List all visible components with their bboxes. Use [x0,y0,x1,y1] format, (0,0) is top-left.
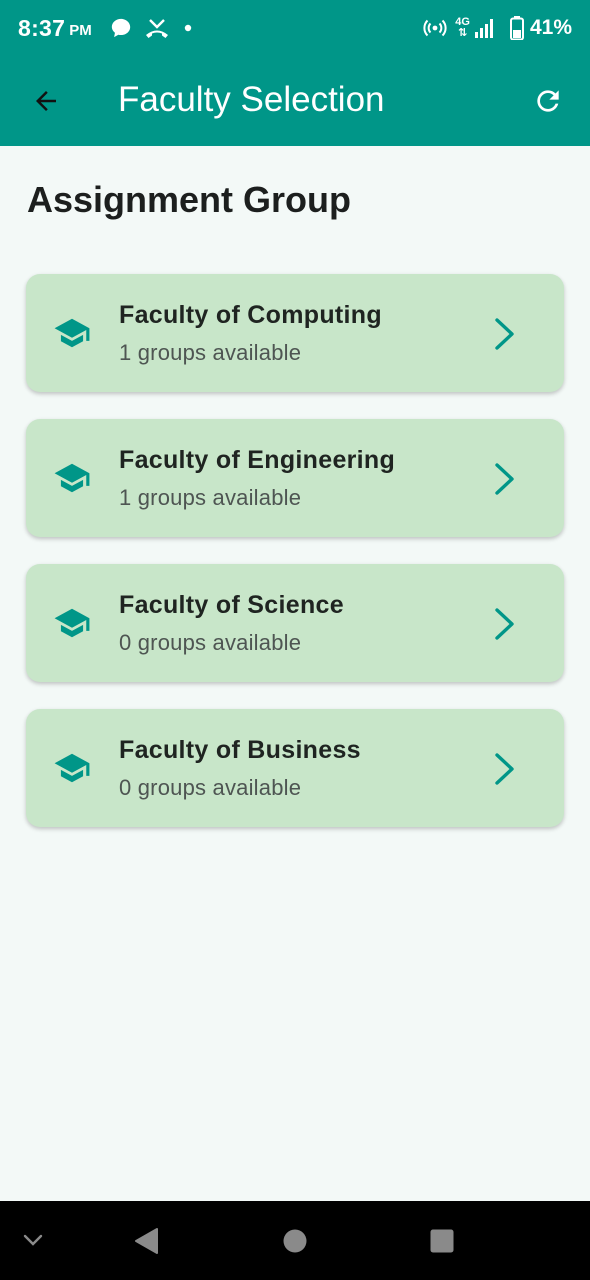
graduation-cap-icon [54,608,90,638]
status-time: 8:37 [18,14,66,41]
notification-dot-icon [184,24,192,32]
page-heading: Assignment Group [27,179,352,220]
back-button[interactable] [22,77,70,125]
battery-percent: 41% [529,16,572,39]
app-bar: Faculty Selection [0,56,590,146]
chevron-down-icon [23,1234,43,1246]
system-nav-bar [0,1201,590,1280]
triangle-back-icon [135,1228,158,1254]
network-type: 4G ⇅ [455,17,470,39]
faculty-card-science[interactable]: Faculty of Science 0 groups available [26,564,564,682]
nav-collapse-button[interactable] [14,1221,52,1259]
graduation-cap-icon [54,318,90,348]
missed-call-icon [144,17,170,39]
faculty-card-engineering[interactable]: Faculty of Engineering 1 groups availabl… [26,419,564,537]
circle-home-icon [283,1229,307,1253]
nav-back-button[interactable] [126,1221,166,1261]
chevron-right-icon [495,318,514,350]
app-screen: 8:37 PM 4G ⇅ 41% Faculty Selection Assig… [0,0,590,1280]
signal-icon [474,17,496,39]
faculty-name: Faculty of Business [119,736,361,764]
refresh-button[interactable] [524,77,572,125]
faculty-name: Faculty of Science [119,591,344,619]
square-recents-icon [430,1229,454,1253]
arrow-back-icon [36,91,56,111]
graduation-cap-icon [54,753,90,783]
chevron-right-icon [495,463,514,495]
battery-icon [509,16,524,40]
status-right: 4G ⇅ 41% [423,16,572,40]
faculty-name: Faculty of Computing [119,301,382,329]
data-arrows-icon: ⇅ [458,27,468,39]
faculty-card-computing[interactable]: Faculty of Computing 1 groups available [26,274,564,392]
nav-home-button[interactable] [275,1221,315,1261]
status-bar: 8:37 PM 4G ⇅ 41% [0,0,590,56]
faculty-list: Faculty of Computing 1 groups available … [26,274,564,854]
status-left: 8:37 PM [18,15,192,42]
faculty-group-count: 1 groups available [119,340,302,365]
faculty-card-business[interactable]: Faculty of Business 0 groups available [26,709,564,827]
faculty-group-count: 0 groups available [119,630,302,655]
faculty-group-count: 0 groups available [119,775,302,800]
graduation-cap-icon [54,463,90,493]
hotspot-icon [423,16,447,40]
chevron-right-icon [495,753,514,785]
app-bar-title: Faculty Selection [118,80,385,119]
status-ampm: PM [69,21,92,39]
refresh-icon [537,90,559,112]
chat-bubble-icon [110,17,132,39]
chevron-right-icon [495,608,514,640]
nav-recents-button[interactable] [422,1221,462,1261]
faculty-group-count: 1 groups available [119,485,302,510]
faculty-name: Faculty of Engineering [119,446,396,474]
